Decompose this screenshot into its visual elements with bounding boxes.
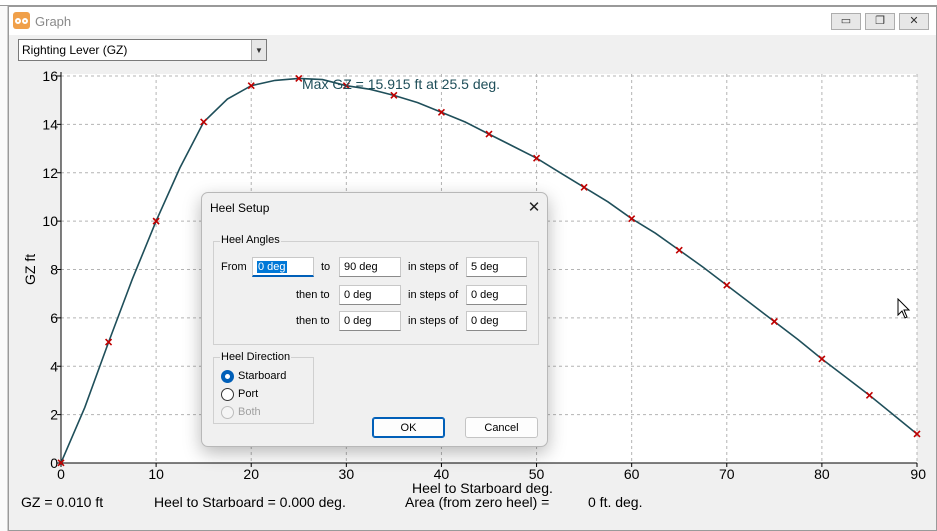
heel-direction-group-label: Heel Direction bbox=[220, 351, 292, 363]
status-heel: Heel to Starboard = 0.000 deg. bbox=[154, 494, 346, 510]
both-radio-label: Both bbox=[238, 406, 261, 418]
step-1-input[interactable]: 5 deg bbox=[466, 257, 527, 277]
port-radio-label[interactable]: Port bbox=[238, 388, 258, 400]
y-axis-label: GZ ft bbox=[22, 254, 38, 285]
x-tick-label: 70 bbox=[719, 466, 735, 482]
x-tick-label: 0 bbox=[57, 466, 65, 482]
to-label: to bbox=[321, 261, 331, 273]
y-tick-label: 16 bbox=[42, 68, 58, 84]
steps-label-2: in steps of bbox=[408, 289, 459, 301]
y-tick-label: 12 bbox=[42, 165, 58, 181]
both-radio bbox=[221, 406, 234, 419]
y-tick-label: 8 bbox=[50, 262, 58, 278]
heel-setup-dialog: Heel Setup ✕ Heel Angles From 0 deg to 9… bbox=[201, 192, 548, 447]
x-tick-label: 30 bbox=[339, 466, 355, 482]
steps-label-1: in steps of bbox=[408, 261, 459, 273]
from-angle-input[interactable]: 0 deg bbox=[252, 257, 314, 277]
steps-label-3: in steps of bbox=[408, 315, 459, 327]
x-tick-label: 10 bbox=[148, 466, 164, 482]
starboard-radio[interactable] bbox=[221, 370, 234, 383]
x-tick-label: 20 bbox=[243, 466, 259, 482]
dialog-close-button[interactable]: ✕ bbox=[525, 198, 543, 216]
starboard-radio-label[interactable]: Starboard bbox=[238, 370, 286, 382]
step-3-input[interactable]: 0 deg bbox=[466, 311, 527, 331]
y-tick-label: 0 bbox=[50, 455, 58, 471]
y-tick-label: 6 bbox=[50, 310, 58, 326]
y-tick-label: 4 bbox=[50, 358, 58, 374]
y-tick-label: 2 bbox=[50, 407, 58, 423]
port-radio[interactable] bbox=[221, 388, 234, 401]
then-to-1-input[interactable]: 0 deg bbox=[339, 285, 401, 305]
then-to-label-2: then to bbox=[296, 315, 330, 327]
y-tick-label: 14 bbox=[42, 116, 58, 132]
step-2-input[interactable]: 0 deg bbox=[466, 285, 527, 305]
desktop: Graph ▭ ❐ ✕ Righting Lever (GZ) ▼ 0 10 20 3… bbox=[0, 0, 937, 531]
status-gz: GZ = 0.010 ft bbox=[21, 494, 104, 510]
ok-button[interactable]: OK bbox=[372, 417, 445, 438]
cancel-button[interactable]: Cancel bbox=[465, 417, 538, 438]
x-tick-label: 90 bbox=[910, 466, 926, 482]
close-icon: ✕ bbox=[527, 199, 541, 216]
status-area-label: Area (from zero heel) = bbox=[405, 494, 550, 510]
x-tick-label: 80 bbox=[814, 466, 830, 482]
y-axis-ticks: 0 2 4 6 8 10 12 14 16 bbox=[42, 68, 61, 471]
from-label: From bbox=[221, 261, 247, 273]
heel-angles-group-label: Heel Angles bbox=[220, 234, 281, 246]
to-angle-input[interactable]: 90 deg bbox=[339, 257, 401, 277]
x-tick-label: 60 bbox=[624, 466, 640, 482]
then-to-2-input[interactable]: 0 deg bbox=[339, 311, 401, 331]
status-area-value: 0 ft. deg. bbox=[588, 494, 643, 510]
max-gz-annotation: Max GZ = 15.915 ft at 25.5 deg. bbox=[302, 76, 500, 92]
then-to-label-1: then to bbox=[296, 289, 330, 301]
mouse-cursor-icon bbox=[897, 298, 911, 319]
y-tick-label: 10 bbox=[42, 213, 58, 229]
dialog-title: Heel Setup bbox=[210, 201, 270, 215]
